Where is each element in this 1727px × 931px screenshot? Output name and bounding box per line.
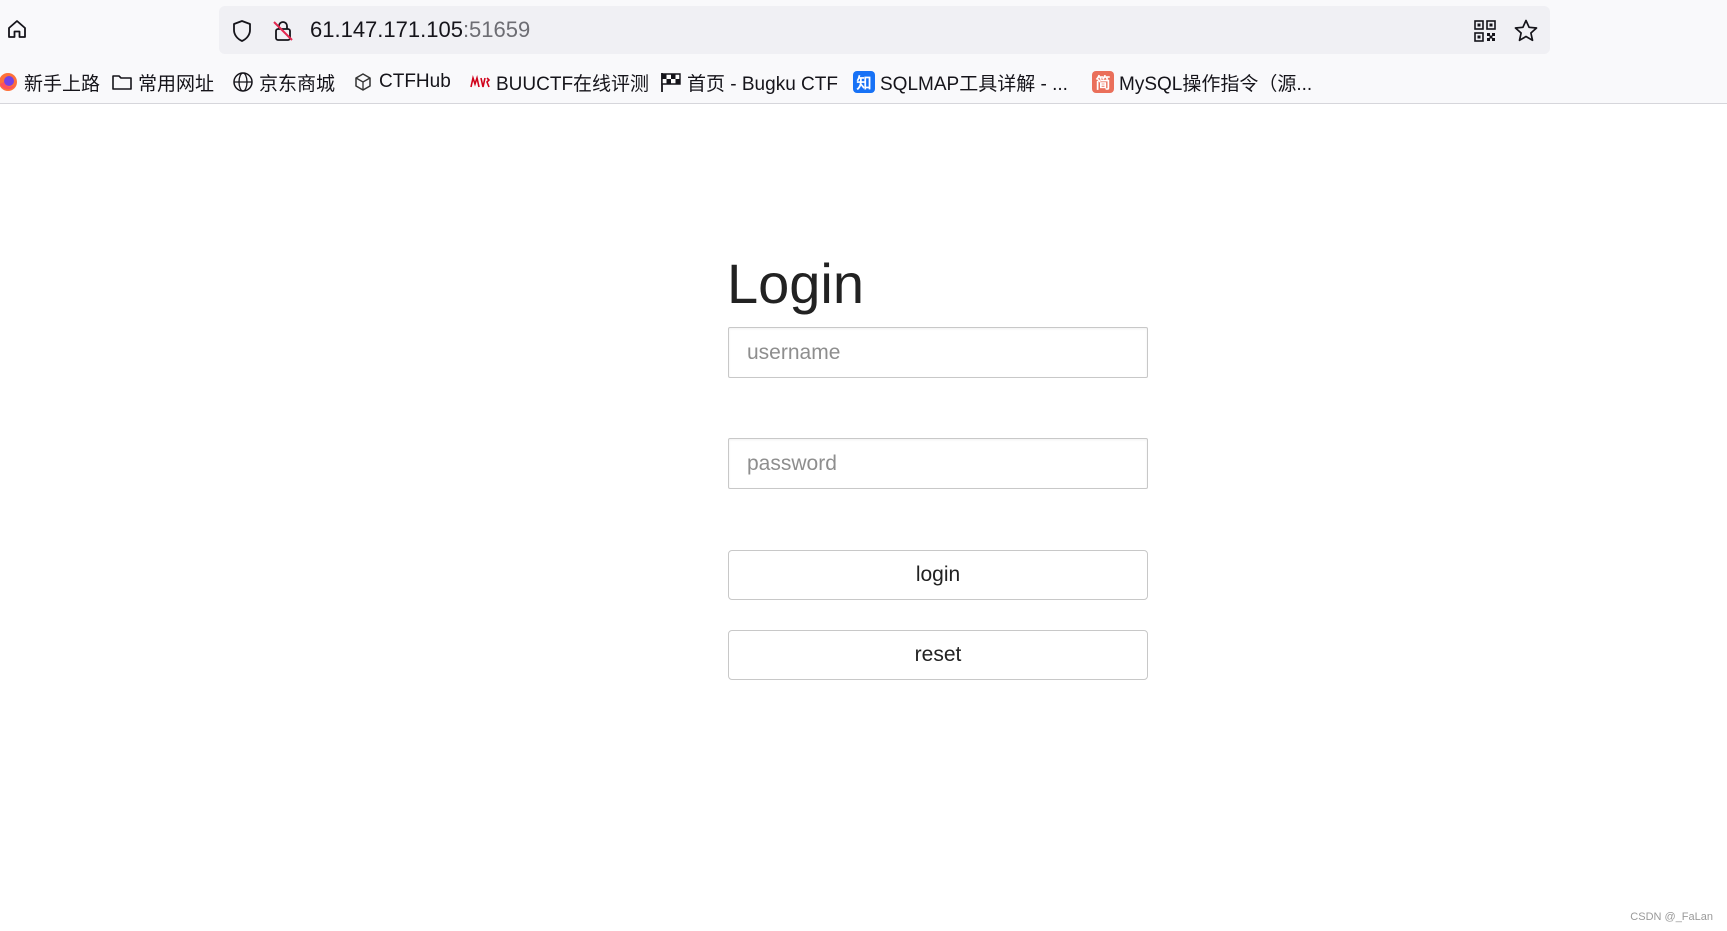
bookmark-bugku[interactable]: 首页 - Bugku CTF: [659, 66, 838, 98]
firefox-icon: [0, 70, 20, 94]
bookmark-jd[interactable]: 京东商城: [231, 66, 335, 98]
bookmark-label: 京东商城: [259, 73, 336, 95]
watermark: CSDN @_FaLan: [1630, 911, 1713, 923]
username-input[interactable]: [728, 327, 1148, 378]
qr-code-icon[interactable]: [1471, 17, 1499, 45]
bookmark-ctfhub[interactable]: CTFHub: [351, 66, 451, 98]
reset-button[interactable]: reset: [728, 630, 1148, 680]
bookmark-buuctf[interactable]: BUUCTF在线评测: [468, 66, 649, 98]
url-port: :51659: [462, 17, 531, 42]
jianshu-icon: 简: [1091, 70, 1115, 94]
bookmarks-toolbar: 新手上路 常用网址 京东商城 CTFHub BUUCTF在线评测 首页 - Bu…: [0, 66, 1727, 98]
cube-icon: [351, 70, 375, 94]
bookmark-label: 新手上路: [24, 73, 101, 95]
folder-icon: [110, 70, 134, 94]
url-text[interactable]: 61.147.171.105:51659: [310, 17, 530, 43]
zhihu-badge: 知: [853, 71, 875, 93]
bookmark-mysql[interactable]: 简 MySQL操作指令（源...: [1091, 66, 1312, 98]
bookmark-label: BUUCTF在线评测: [496, 73, 650, 95]
bookmark-label: CTFHub: [379, 71, 451, 92]
bookmark-star-icon[interactable]: [1512, 17, 1540, 45]
bookmark-newbie[interactable]: 新手上路: [0, 66, 100, 98]
buuctf-icon: [468, 70, 492, 94]
globe-icon: [231, 70, 255, 94]
bookmark-label: MySQL操作指令（源...: [1119, 73, 1313, 95]
login-button[interactable]: login: [728, 550, 1148, 600]
flag-icon: [659, 70, 683, 94]
zhihu-icon: 知: [852, 70, 876, 94]
page-title: Login: [727, 252, 865, 315]
bookmark-folder-common[interactable]: 常用网址: [110, 66, 214, 98]
insecure-lock-icon[interactable]: [270, 18, 296, 44]
browser-toolbar: 61.147.171.105:51659 新手上路 常用网址 京东商城 CTFH…: [0, 0, 1727, 104]
password-input[interactable]: [728, 438, 1148, 489]
address-bar[interactable]: 61.147.171.105:51659: [219, 6, 1550, 54]
page-content: Login login reset CSDN @_FaLan: [0, 105, 1727, 931]
bookmark-sqlmap[interactable]: 知 SQLMAP工具详解 - ...: [852, 66, 1068, 98]
bookmark-label: 常用网址: [138, 73, 215, 95]
shield-icon[interactable]: [229, 18, 255, 44]
jianshu-badge: 简: [1092, 71, 1114, 93]
bookmark-label: 首页 - Bugku CTF: [687, 73, 838, 95]
bookmark-label: SQLMAP工具详解 - ...: [880, 73, 1068, 95]
home-icon[interactable]: [2, 14, 32, 44]
url-host: 61.147.171.105: [310, 17, 463, 42]
